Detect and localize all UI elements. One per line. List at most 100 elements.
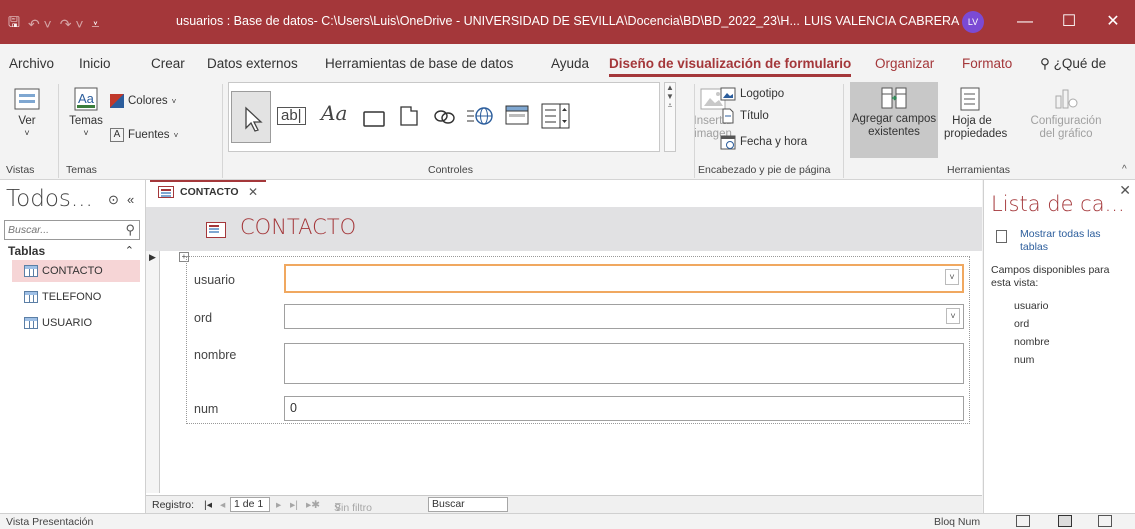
group-label-vistas: Vistas: [6, 164, 35, 176]
usuario-combo[interactable]: ˅: [284, 264, 964, 293]
next-record-button[interactable]: ▸: [276, 499, 281, 511]
fecha-hora-button[interactable]: Fecha y hora: [720, 134, 807, 150]
field-list-item[interactable]: usuario: [1014, 300, 1048, 312]
document-tab-contacto[interactable]: CONTACTO ✕: [150, 180, 266, 202]
logotipo-button[interactable]: Logotipo: [720, 86, 784, 102]
restore-button[interactable]: ☐: [1049, 8, 1089, 36]
web-browser-control-button[interactable]: [465, 105, 495, 133]
design-view-icon[interactable]: [1098, 515, 1112, 527]
nav-search-input[interactable]: [5, 221, 115, 239]
user-name[interactable]: LUIS VALENCIA CABRERA: [804, 14, 959, 28]
tell-me-box[interactable]: ⚲ ¿Qué de: [1040, 56, 1106, 72]
text-box-control-button[interactable]: ab|: [277, 107, 306, 125]
titulo-button[interactable]: Título: [720, 108, 769, 124]
status-view-label: Vista Presentación: [6, 516, 94, 528]
tab-archivo[interactable]: Archivo: [9, 56, 54, 71]
nombre-field[interactable]: [284, 343, 964, 384]
record-position-input[interactable]: 1 de 1: [230, 497, 270, 512]
collapse-ribbon-button[interactable]: ^: [1122, 164, 1127, 175]
navigation-pane: Todos... ⊙ « ⚲ Tablas ⌃ CONTACTO TELEFON…: [0, 180, 146, 513]
form-title[interactable]: CONTACTO: [240, 215, 356, 239]
search-icon: ⚲: [1040, 56, 1054, 71]
avatar[interactable]: LV: [962, 11, 984, 33]
tell-me-label: ¿Qué de: [1053, 56, 1107, 71]
navigation-control-button[interactable]: [505, 105, 529, 131]
button-control-icon: [363, 111, 385, 127]
tab-datos-externos[interactable]: Datos externos: [207, 56, 298, 71]
navigation-control-icon: [505, 105, 529, 125]
fuentes-button[interactable]: A Fuentes ˅: [110, 128, 178, 142]
save-icon[interactable]: 🖫: [8, 12, 20, 36]
nav-item-telefono[interactable]: TELEFONO: [12, 286, 140, 308]
temas-button[interactable]: Aa Temas ˅: [66, 86, 106, 139]
field-list-item[interactable]: nombre: [1014, 336, 1050, 348]
document-tab-label: CONTACTO: [180, 186, 239, 198]
layout-view-icon[interactable]: [1058, 515, 1072, 527]
redo-icon[interactable]: ↷ ˅: [60, 16, 84, 33]
chevron-down-icon[interactable]: ˅: [945, 269, 959, 285]
ver-button[interactable]: Ver ˅: [12, 86, 42, 139]
label-control-button[interactable]: Aa: [321, 101, 347, 125]
colores-label: Colores: [128, 95, 168, 107]
close-button[interactable]: ✕: [1093, 8, 1133, 36]
tab-herramientas-bd[interactable]: Herramientas de base de datos: [325, 56, 513, 71]
window-title: usuarios : Base de datos- C:\Users\Luis\…: [176, 14, 800, 28]
button-control-button[interactable]: [363, 107, 385, 133]
controls-gallery: ab| Aa: [228, 82, 660, 152]
colores-button[interactable]: Colores ˅: [110, 94, 176, 108]
field-label-num: num: [194, 402, 219, 416]
collapse-pane-icon[interactable]: «: [127, 192, 134, 207]
fecha-hora-label: Fecha y hora: [740, 136, 808, 148]
tab-inicio[interactable]: Inicio: [79, 56, 111, 71]
field-list-title: Lista de ca...: [991, 192, 1125, 216]
ord-combo[interactable]: ˅: [284, 304, 964, 329]
tab-organizar[interactable]: Organizar: [875, 56, 934, 71]
tab-ayuda[interactable]: Ayuda: [551, 56, 589, 71]
previous-record-button[interactable]: ◂: [220, 499, 225, 511]
nav-item-contacto[interactable]: CONTACTO: [12, 260, 140, 282]
undo-icon[interactable]: ↶ ˅: [28, 16, 52, 33]
nav-pane-title[interactable]: Todos...: [6, 186, 93, 212]
chart-settings-icon: [1055, 89, 1078, 109]
record-pointer-icon: ▶: [149, 252, 156, 262]
chevron-down-icon[interactable]: ˅: [946, 308, 960, 324]
tab-control-button[interactable]: [399, 105, 419, 133]
num-field[interactable]: 0: [284, 396, 964, 421]
num-lock-indicator: Bloq Num: [934, 516, 981, 528]
agregar-campos-label: Agregar campos existentes: [851, 113, 937, 138]
svg-text:Aa: Aa: [78, 91, 95, 106]
available-fields-label: Campos disponibles para esta vista:: [991, 264, 1110, 289]
close-icon[interactable]: ✕: [1119, 182, 1131, 199]
nav-menu-chevron-icon[interactable]: ⊙: [108, 192, 119, 208]
tab-diseno-formulario[interactable]: Diseño de visualización de formulario: [609, 56, 852, 77]
last-record-button[interactable]: ▸|: [290, 499, 298, 511]
nav-item-usuario[interactable]: USUARIO: [12, 312, 140, 334]
new-record-button[interactable]: ▸✱: [306, 499, 320, 511]
nav-group-header[interactable]: Tablas ⌃: [4, 242, 140, 260]
fonts-icon: A: [110, 128, 124, 142]
hoja-propiedades-button[interactable]: Hoja de propiedades: [944, 86, 1007, 141]
configuracion-grafico-button[interactable]: Configuración del gráfico: [1024, 86, 1108, 141]
field-list-item[interactable]: ord: [1014, 318, 1029, 330]
form-view-icon[interactable]: [1016, 515, 1030, 527]
tab-formato[interactable]: Formato: [962, 56, 1012, 71]
tab-crear[interactable]: Crear: [151, 56, 185, 71]
close-tab-icon[interactable]: ✕: [248, 182, 258, 202]
option-group-control-button[interactable]: [541, 103, 571, 135]
search-icon[interactable]: ⚲: [125, 222, 135, 238]
customize-toolbar-icon[interactable]: ⩡: [92, 16, 100, 33]
ver-label: Ver: [18, 115, 36, 127]
controls-gallery-scroll[interactable]: ▲ ▼ ⩡: [664, 82, 676, 152]
agregar-campos-button[interactable]: Agregar campos existentes: [850, 82, 938, 158]
chevron-down-icon: ˅: [83, 128, 89, 138]
minimize-button[interactable]: —: [1005, 8, 1045, 36]
add-fields-icon: [881, 87, 907, 109]
show-all-tables-link[interactable]: Mostrar todas las tablas: [1020, 228, 1120, 254]
first-record-button[interactable]: |◂: [204, 499, 212, 511]
field-list-item[interactable]: num: [1014, 354, 1034, 366]
record-search-input[interactable]: Buscar: [428, 497, 508, 512]
record-selector[interactable]: ▶: [146, 251, 160, 493]
select-pointer-button[interactable]: [231, 91, 271, 143]
form-view-icon: [14, 88, 40, 110]
hyperlink-control-button[interactable]: [433, 105, 457, 133]
